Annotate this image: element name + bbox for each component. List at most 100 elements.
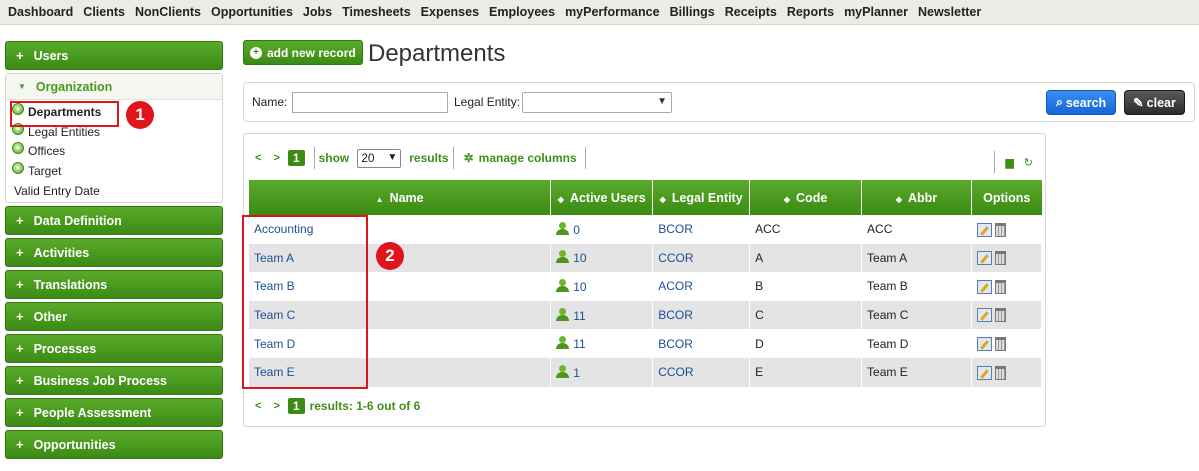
name-input[interactable] xyxy=(292,92,448,113)
show-label: show xyxy=(318,151,350,165)
legal-entity-select[interactable]: ▼ xyxy=(522,92,672,113)
nav-reports[interactable]: Reports xyxy=(787,5,834,19)
column-header-name[interactable]: ▲ Name xyxy=(249,180,552,215)
sidebar-section-processes[interactable]: + Processes xyxy=(5,334,223,364)
edit-icon[interactable] xyxy=(976,279,992,294)
edit-icon[interactable] xyxy=(976,337,992,352)
edit-icon[interactable] xyxy=(976,365,992,380)
sidebar-item-valid-entry-date[interactable]: Valid Entry Date xyxy=(12,181,222,201)
nav-myperformance[interactable]: myPerformance xyxy=(565,5,660,19)
prev-page-button[interactable]: < xyxy=(255,152,261,164)
sidebar-section-business-job-process[interactable]: + Business Job Process xyxy=(5,366,223,396)
plus-icon: + xyxy=(16,437,24,453)
sidebar-section-activities[interactable]: + Activities xyxy=(5,238,223,268)
trash-icon[interactable] xyxy=(994,365,1006,380)
nav-opportunities[interactable]: Opportunities xyxy=(211,5,293,19)
column-header-legal-entity[interactable]: ◆ Legal Entity xyxy=(652,180,751,215)
user-icon xyxy=(556,278,570,293)
clear-button[interactable]: ✎ clear xyxy=(1124,90,1185,115)
prev-page-button[interactable]: < xyxy=(255,400,261,412)
nav-receipts[interactable]: Receipts xyxy=(725,5,777,19)
legal-entity-link[interactable]: CCOR xyxy=(658,251,693,265)
gear-icon: ✲ xyxy=(463,151,474,165)
nav-nonclients[interactable]: NonClients xyxy=(135,5,201,19)
column-header-abbr[interactable]: ◆ Abbr xyxy=(861,180,972,215)
page-size-value: 20 xyxy=(361,151,375,165)
export-icon[interactable]: ▆ xyxy=(1005,156,1013,169)
edit-icon[interactable] xyxy=(976,251,992,266)
current-page[interactable]: 1 xyxy=(287,398,305,414)
nav-dashboard[interactable]: Dashboard xyxy=(8,5,73,19)
plus-icon: + xyxy=(16,245,24,261)
user-icon xyxy=(556,364,570,379)
cell-options xyxy=(971,272,1043,301)
active-users-link[interactable]: 10 xyxy=(573,251,586,265)
nav-jobs[interactable]: Jobs xyxy=(303,5,332,19)
active-users-link[interactable]: 11 xyxy=(573,337,585,351)
nav-clients[interactable]: Clients xyxy=(83,5,125,19)
cell-code: ACC xyxy=(749,215,863,244)
active-users-link[interactable]: 10 xyxy=(573,280,586,294)
section-label: Activities xyxy=(33,245,90,260)
sidebar-section-opportunities[interactable]: + Opportunities xyxy=(5,430,223,460)
sidebar-section-people-assessment[interactable]: + People Assessment xyxy=(5,398,223,428)
next-page-button[interactable]: > xyxy=(273,152,279,164)
nav-billings[interactable]: Billings xyxy=(670,5,715,19)
manage-columns-button[interactable]: ✲ manage columns xyxy=(464,151,577,165)
top-nav: Dashboard Clients NonClients Opportuniti… xyxy=(0,0,1199,25)
divider xyxy=(994,151,996,173)
manage-columns-label: manage columns xyxy=(478,151,577,165)
edit-icon[interactable] xyxy=(976,222,992,237)
callout-badge-1: 1 xyxy=(126,101,154,129)
trash-icon[interactable] xyxy=(994,308,1006,323)
organization-header[interactable]: ▼ Organization xyxy=(6,74,222,100)
legal-entity-link[interactable]: CCOR xyxy=(658,365,693,379)
legal-entity-link[interactable]: BCOR xyxy=(658,222,693,236)
sidebar-section-translations[interactable]: + Translations xyxy=(5,270,223,300)
sort-icon: ◆ xyxy=(659,194,666,204)
cell-active-users: 0 xyxy=(550,215,654,244)
plus-circle-icon: + xyxy=(12,161,24,174)
active-users-link[interactable]: 11 xyxy=(573,309,585,323)
page-size-select[interactable]: 20 ▼ xyxy=(357,148,402,168)
trash-icon[interactable] xyxy=(994,279,1006,294)
sidebar-item-target[interactable]: + Target xyxy=(12,161,222,181)
column-header-active-users[interactable]: ◆ Active Users xyxy=(550,180,654,215)
legal-entity-link[interactable]: BCOR xyxy=(658,308,693,322)
cell-options xyxy=(971,329,1043,358)
sort-icon: ◆ xyxy=(557,194,564,204)
column-header-options: Options xyxy=(971,180,1042,215)
plus-icon: + xyxy=(16,277,24,293)
cell-active-users: 10 xyxy=(550,272,654,301)
sidebar-section-other[interactable]: + Other xyxy=(5,302,223,332)
active-users-link[interactable]: 1 xyxy=(573,366,580,380)
legal-entity-link[interactable]: BCOR xyxy=(658,337,693,351)
user-icon xyxy=(556,250,570,264)
results-summary: results: 1-6 out of 6 xyxy=(309,399,421,413)
active-users-link[interactable]: 0 xyxy=(573,223,580,237)
nav-newsletter[interactable]: Newsletter xyxy=(918,5,981,19)
nav-employees[interactable]: Employees xyxy=(489,5,555,19)
item-label: Target xyxy=(28,163,62,178)
next-page-button[interactable]: > xyxy=(273,400,279,412)
search-button[interactable]: ⌕ search xyxy=(1046,90,1116,115)
sidebar-section-data-definition[interactable]: + Data Definition xyxy=(5,206,223,236)
sidebar-section-users[interactable]: + Users xyxy=(5,41,223,70)
trash-icon[interactable] xyxy=(994,337,1006,352)
add-new-record-button[interactable]: + add new record xyxy=(243,40,363,65)
cell-legal-entity: CCOR xyxy=(652,243,751,273)
sidebar-item-offices[interactable]: + Offices xyxy=(12,141,222,161)
edit-icon[interactable] xyxy=(976,308,992,323)
trash-icon[interactable] xyxy=(994,222,1006,237)
current-page[interactable]: 1 xyxy=(287,150,305,166)
column-header-code[interactable]: ◆ Code xyxy=(749,180,863,215)
sort-icon: ◆ xyxy=(895,194,902,204)
pager-bottom: < > 1 results: 1-6 out of 6 xyxy=(249,395,420,417)
trash-icon[interactable] xyxy=(994,251,1006,266)
nav-expenses[interactable]: Expenses xyxy=(421,5,479,19)
nav-timesheets[interactable]: Timesheets xyxy=(342,5,411,19)
refresh-icon[interactable]: ↻ xyxy=(1024,156,1033,169)
legal-entity-link[interactable]: ACOR xyxy=(658,279,693,293)
triangle-down-icon: ▼ xyxy=(18,82,26,91)
nav-myplanner[interactable]: myPlanner xyxy=(844,5,908,19)
